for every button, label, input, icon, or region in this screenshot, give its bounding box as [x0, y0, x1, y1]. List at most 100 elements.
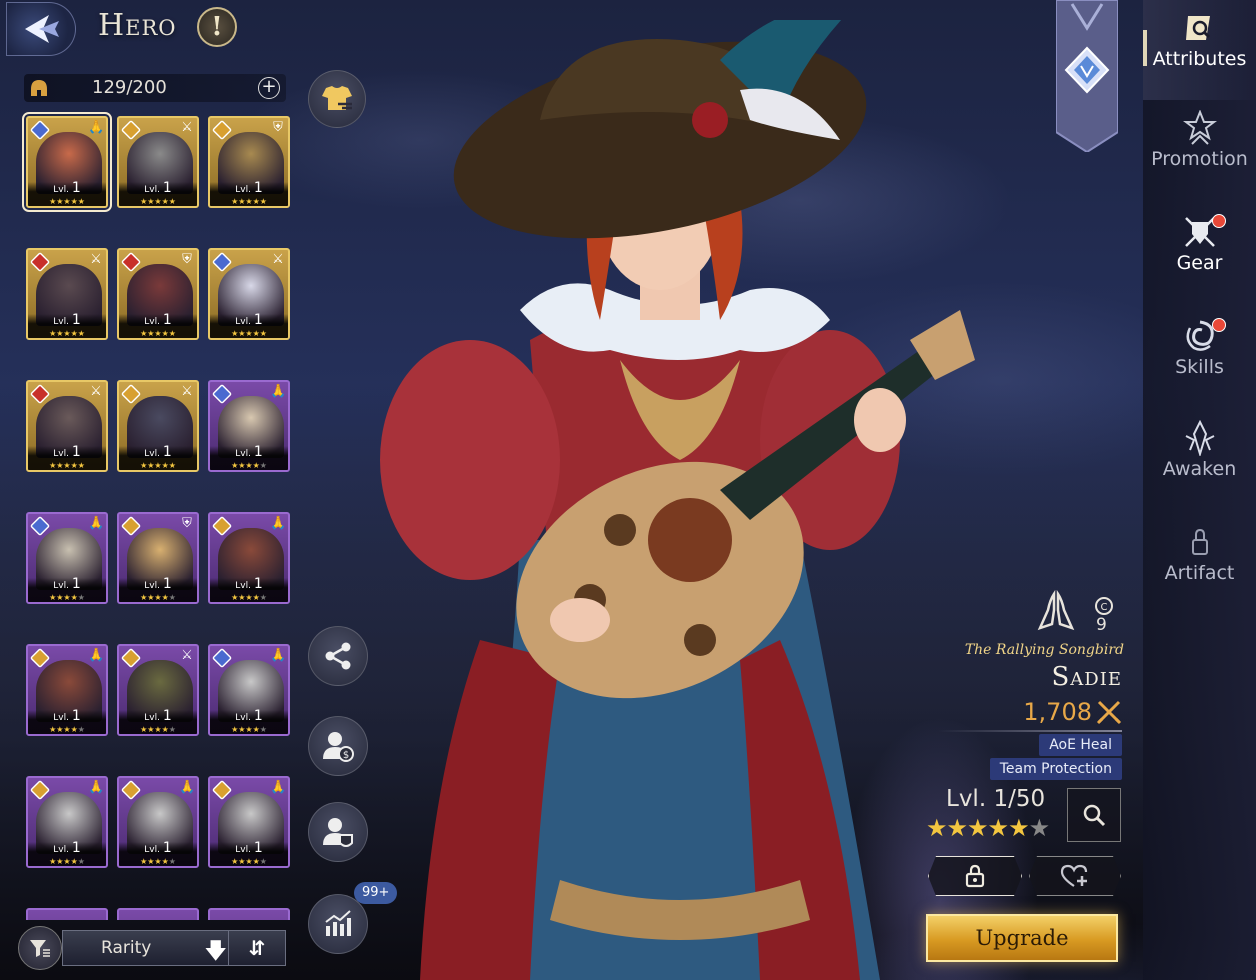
star-icon: ★: [967, 814, 988, 842]
hero-card-vampire[interactable]: ⚔ Lvl. 1 ★★★★★: [26, 380, 108, 472]
role-attack-icon: ⚔: [272, 252, 284, 267]
artifact-lock-icon: [1191, 528, 1208, 555]
lock-hero-button[interactable]: [928, 856, 1022, 896]
card-level-label: Lvl.: [53, 317, 72, 327]
hero-card-dwarf[interactable]: ⚔ Lvl. 1 ★★★★★: [117, 116, 199, 208]
info-button[interactable]: !: [197, 7, 237, 47]
hero-card-dark-knight[interactable]: ⚔ Lvl. 1 ★★★★★: [26, 248, 108, 340]
tab-awaken[interactable]: Awaken: [1143, 410, 1256, 510]
hero-card-pharaoh[interactable]: ⚔ Lvl. 1 ★★★★★: [117, 380, 199, 472]
card-level-label: Lvl.: [235, 317, 254, 327]
heart-plus-icon: [1060, 864, 1090, 888]
hero-card-fox[interactable]: ⚔ Lvl. 1 ★★★★★: [208, 248, 290, 340]
card-level-value: 1: [71, 180, 81, 196]
star-icon: ★: [161, 857, 169, 866]
hero-card-priestess[interactable]: 🙏 Lvl. 1 ★★★★★: [208, 380, 290, 472]
favorite-hero-button[interactable]: [1029, 856, 1121, 896]
outfit-button[interactable]: [308, 70, 366, 128]
star-icon: ★: [252, 329, 260, 338]
card-level: Lvl. 1: [210, 312, 288, 328]
share-button[interactable]: [308, 626, 368, 686]
card-level-value: 1: [253, 180, 263, 196]
hero-guide-button[interactable]: [308, 802, 368, 862]
hero-capacity-count: 129/200: [92, 77, 167, 98]
star-icon: ★: [161, 329, 169, 338]
card-level-label: Lvl.: [235, 845, 254, 855]
role-support-icon: 🙏: [270, 516, 287, 531]
hero-card-partial[interactable]: [117, 908, 199, 920]
tab-gear[interactable]: Gear: [1143, 204, 1256, 304]
card-star-rating: ★★★★★: [119, 329, 197, 338]
add-capacity-button[interactable]: +: [258, 77, 280, 99]
hero-card-partial[interactable]: [208, 908, 290, 920]
card-level: Lvl. 1: [28, 840, 106, 856]
star-icon: ★: [259, 593, 267, 602]
tab-attributes[interactable]: Attributes: [1143, 0, 1256, 100]
hero-card-priestess-2[interactable]: 🙏 Lvl. 1 ★★★★★: [26, 512, 108, 604]
ascension-count: 9: [1096, 615, 1107, 635]
card-level-label: Lvl.: [53, 185, 72, 195]
sort-direction-arrow-icon: 🡇: [204, 939, 227, 964]
card-level-value: 1: [162, 444, 172, 460]
tab-promotion[interactable]: Promotion: [1143, 100, 1256, 200]
card-star-rating: ★★★★★: [210, 593, 288, 602]
tab-attributes-label: Attributes: [1152, 48, 1247, 70]
role-support-icon: 🙏: [88, 516, 105, 531]
role-support-icon: 🙏: [270, 780, 287, 795]
card-level: Lvl. 1: [119, 840, 197, 856]
card-level: Lvl. 1: [210, 444, 288, 460]
card-level-label: Lvl.: [235, 581, 254, 591]
outfit-icon: [322, 86, 352, 110]
awaken-crystal-icon: [1185, 420, 1214, 456]
hero-market-button[interactable]: $: [308, 716, 368, 776]
card-star-rating: ★★★★★: [119, 857, 197, 866]
hero-illustration: [380, 20, 975, 980]
tab-artifact[interactable]: Artifact: [1143, 514, 1256, 614]
upgrade-button[interactable]: Upgrade: [926, 914, 1118, 962]
card-level-value: 1: [162, 840, 172, 856]
hero-card-elder[interactable]: 🙏 Lvl. 1 ★★★★★: [208, 644, 290, 736]
card-level-label: Lvl.: [235, 713, 254, 723]
card-star-rating: ★★★★★: [28, 197, 106, 206]
hero-card-sadie[interactable]: 🙏 Lvl. 1 ★★★★★: [22, 112, 112, 212]
hero-card-elder-4[interactable]: 🙏 Lvl. 1 ★★★★★: [208, 776, 290, 868]
hero-card-redhead-2[interactable]: 🙏 Lvl. 1 ★★★★★: [26, 644, 108, 736]
star-icon: ★: [77, 329, 85, 338]
card-level-value: 1: [162, 708, 172, 724]
hero-card-elf-warrior[interactable]: ⛨ Lvl. 1 ★★★★★: [208, 116, 290, 208]
role-attack-icon: ⚔: [181, 120, 193, 135]
card-star-rating: ★★★★★: [210, 461, 288, 470]
sort-by-select[interactable]: Rarity 🡇: [62, 930, 238, 966]
card-level-value: 1: [253, 312, 263, 328]
card-star-rating: ★★★★★: [28, 725, 106, 734]
card-level-label: Lvl.: [144, 317, 163, 327]
filter-button[interactable]: [18, 926, 62, 970]
svg-text:$: $: [343, 750, 349, 761]
hero-card-blonde[interactable]: ⛨ Lvl. 1 ★★★★★: [117, 512, 199, 604]
svg-text:C: C: [1101, 602, 1108, 613]
star-icon: ★: [154, 197, 162, 206]
card-level-label: Lvl.: [144, 845, 163, 855]
tab-skills[interactable]: Skills: [1143, 308, 1256, 408]
stats-button[interactable]: [308, 894, 368, 954]
back-button[interactable]: [6, 2, 76, 56]
card-level-value: 1: [71, 576, 81, 592]
star-icon: ★: [259, 857, 267, 866]
star-icon: ★: [168, 593, 176, 602]
hero-card-partial[interactable]: [26, 908, 108, 920]
role-support-icon: 🙏: [270, 648, 287, 663]
star-icon: ★: [70, 857, 78, 866]
hero-card-beast[interactable]: ⛨ Lvl. 1 ★★★★★: [117, 248, 199, 340]
star-icon: ★: [926, 814, 947, 842]
hero-card-ranger[interactable]: ⚔ Lvl. 1 ★★★★★: [117, 644, 199, 736]
card-star-rating: ★★★★★: [28, 461, 106, 470]
page-title: Hero: [98, 8, 177, 43]
sort-order-toggle[interactable]: ⇵: [228, 930, 286, 966]
star-icon: ★: [987, 814, 1009, 842]
card-level: Lvl. 1: [119, 708, 197, 724]
hero-card-elder-2[interactable]: 🙏 Lvl. 1 ★★★★★: [26, 776, 108, 868]
card-level-value: 1: [253, 576, 263, 592]
hero-card-redhead[interactable]: 🙏 Lvl. 1 ★★★★★: [208, 512, 290, 604]
inspect-button[interactable]: [1067, 788, 1121, 842]
hero-card-elder-3[interactable]: 🙏 Lvl. 1 ★★★★★: [117, 776, 199, 868]
